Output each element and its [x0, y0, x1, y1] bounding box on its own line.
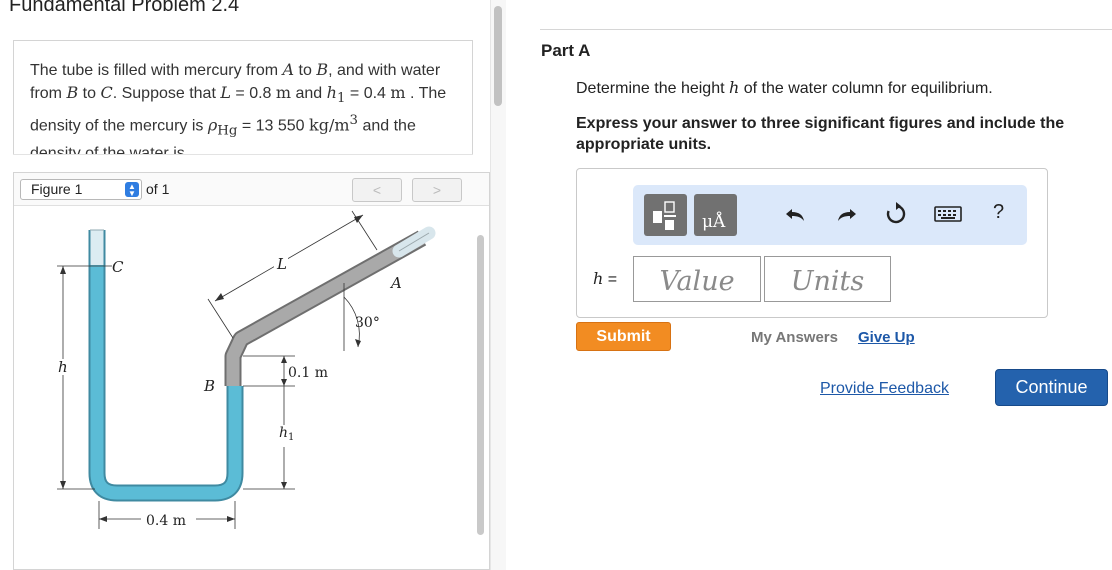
page: Fundamental Problem 2.4 The tube is fill… — [0, 0, 1112, 570]
reset-icon[interactable] — [883, 201, 909, 227]
label-l: L — [276, 255, 287, 273]
help-icon[interactable]: ? — [993, 201, 1004, 224]
figure-selector[interactable]: Figure 1 ▲ ▼ — [20, 179, 142, 200]
figure-toolbar: Figure 1 ▲ ▼ of 1 < > — [14, 173, 489, 206]
left-scrollbar-thumb[interactable] — [494, 6, 502, 106]
question-text: Determine the height h of the water colu… — [576, 78, 993, 97]
select-arrows-icon: ▲ ▼ — [125, 182, 139, 198]
math-toolbar: μÅ ? — [633, 185, 1027, 245]
continue-button[interactable]: Continue — [995, 369, 1108, 406]
answer-pane: Part A Determine the height h of the wat… — [507, 0, 1112, 570]
units-button[interactable]: μÅ — [694, 194, 737, 236]
label-dim-04: 0.4 m — [146, 513, 186, 529]
give-up-link[interactable]: Give Up — [858, 329, 915, 346]
label-a: A — [389, 274, 402, 292]
label-h: h — [58, 358, 68, 376]
problem-title: Fundamental Problem 2.4 — [9, 0, 240, 16]
answer-box: μÅ ? h = Value Units — [576, 168, 1048, 318]
figure-panel: Figure 1 ▲ ▼ of 1 < > h C L A 30° B 0.1 … — [13, 172, 490, 570]
label-c: C — [112, 258, 124, 276]
next-figure-button[interactable]: > — [412, 178, 462, 202]
my-answers-link[interactable]: My Answers — [751, 329, 838, 346]
templates-button[interactable] — [644, 194, 687, 236]
label-angle: 30° — [355, 315, 380, 331]
redo-icon[interactable] — [833, 201, 859, 227]
problem-statement: The tube is filled with mercury from A t… — [13, 40, 473, 155]
svg-text:μÅ: μÅ — [702, 211, 726, 232]
figure-selector-label: Figure 1 — [31, 181, 83, 197]
units-input[interactable] — [764, 256, 891, 302]
prev-figure-button[interactable]: < — [352, 178, 402, 202]
label-dim-01: 0.1 m — [288, 365, 328, 381]
label-b: B — [203, 377, 215, 395]
chevron-right-icon: > — [432, 182, 442, 198]
value-input[interactable] — [633, 256, 761, 302]
provide-feedback-link[interactable]: Provide Feedback — [820, 380, 949, 398]
part-title: Part A — [541, 41, 591, 60]
problem-pane: Fundamental Problem 2.4 The tube is fill… — [0, 0, 506, 570]
undo-icon[interactable] — [783, 201, 809, 227]
figure-scrollbar-thumb[interactable] — [477, 235, 484, 535]
answer-label: h = — [593, 269, 618, 288]
problem-text: The tube is filled with mercury from A t… — [30, 60, 447, 155]
figure-diagram: h C L A 30° B 0.1 m h1 0.4 m — [56, 210, 436, 529]
keyboard-icon[interactable] — [933, 201, 963, 227]
chevron-left-icon: < — [372, 182, 382, 198]
templates-icon — [653, 201, 676, 230]
units-icon: μÅ — [702, 211, 726, 232]
figure-count: of 1 — [146, 181, 170, 197]
submit-button[interactable]: Submit — [576, 322, 671, 351]
instruction-text: Express your answer to three significant… — [576, 115, 1065, 153]
part-divider — [540, 29, 1112, 30]
problem-divider — [13, 154, 473, 155]
